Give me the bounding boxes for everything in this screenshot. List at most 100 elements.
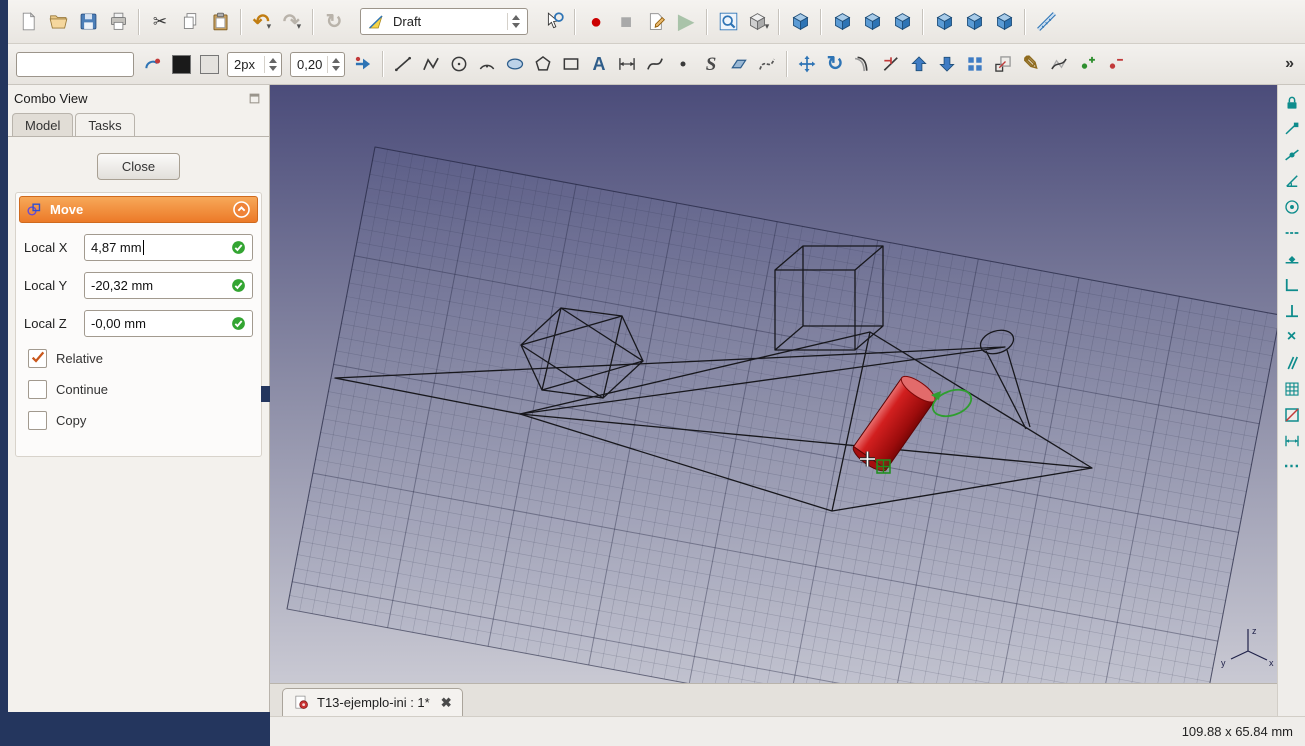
- view-top-button[interactable]: [858, 8, 886, 36]
- local-z-input[interactable]: -0,00 mm: [84, 310, 253, 337]
- task-close-button[interactable]: Close: [96, 153, 181, 180]
- draft-wire-button[interactable]: [418, 51, 444, 77]
- draft-polygon-button[interactable]: [530, 51, 556, 77]
- text-scale-spin-buttons[interactable]: [327, 55, 344, 73]
- text-scale-spinner[interactable]: 0,20: [290, 51, 345, 77]
- view-rear-button[interactable]: [930, 8, 958, 36]
- save-document-button[interactable]: [74, 8, 102, 36]
- snap-parallel-button[interactable]: [1280, 351, 1304, 374]
- draft-add-point-button[interactable]: [1074, 51, 1100, 77]
- snap-intersection-button[interactable]: ×: [1280, 325, 1304, 348]
- autogroup-button[interactable]: [140, 51, 166, 77]
- toolbar-overflow-indicator[interactable]: »: [1280, 55, 1299, 73]
- snap-midpoint-button[interactable]: [1280, 143, 1304, 166]
- command-input[interactable]: [16, 51, 134, 77]
- workbench-selector[interactable]: Draft: [360, 8, 528, 35]
- face-color-button[interactable]: [196, 51, 222, 77]
- snap-workingplane-button[interactable]: [1280, 403, 1304, 426]
- view-left-icon: [994, 11, 1015, 32]
- viewport-3d[interactable]: z x y: [270, 85, 1277, 683]
- tab-tasks[interactable]: Tasks: [75, 113, 135, 137]
- new-document-button[interactable]: [14, 8, 42, 36]
- draft-line-button[interactable]: [390, 51, 416, 77]
- draft-bspline-button[interactable]: [642, 51, 668, 77]
- snap-perpendicular-button[interactable]: [1280, 299, 1304, 322]
- undo-button[interactable]: ↶ ▾: [248, 8, 276, 36]
- panel-splitter-handle[interactable]: [261, 386, 270, 402]
- draw-style-button[interactable]: ▾: [744, 8, 772, 36]
- redo-dropdown-arrow[interactable]: ▾: [297, 21, 302, 36]
- line-width-spin-buttons[interactable]: [264, 55, 281, 73]
- save-document-icon: [78, 11, 99, 32]
- apply-style-button[interactable]: [350, 51, 376, 77]
- workbench-spin-buttons[interactable]: [507, 13, 524, 30]
- move-task-header[interactable]: Move: [19, 196, 258, 223]
- view-right-button[interactable]: [888, 8, 916, 36]
- snap-endpoint-button[interactable]: [1280, 117, 1304, 140]
- draft-ellipse-button[interactable]: [502, 51, 528, 77]
- undo-dropdown-arrow[interactable]: ▾: [267, 21, 272, 36]
- draft-bezier-button[interactable]: [754, 51, 780, 77]
- draft-downgrade-button[interactable]: [934, 51, 960, 77]
- snap-dimensions-button[interactable]: [1280, 429, 1304, 452]
- draft-trimex-button[interactable]: [878, 51, 904, 77]
- draft-upgrade-button[interactable]: [906, 51, 932, 77]
- draft-circle-button[interactable]: [446, 51, 472, 77]
- snap-center-button[interactable]: [1280, 195, 1304, 218]
- copy-button[interactable]: [176, 8, 204, 36]
- snap-extension-button[interactable]: [1280, 221, 1304, 244]
- draft-rectangle-button[interactable]: [558, 51, 584, 77]
- draft-rotate-button[interactable]: ↻: [822, 51, 848, 77]
- draft-dimension-button[interactable]: [614, 51, 640, 77]
- draft-arc-button[interactable]: [474, 51, 500, 77]
- snap-grid-button[interactable]: [1280, 377, 1304, 400]
- close-document-icon[interactable]: ✖: [441, 695, 452, 711]
- draft-move-button[interactable]: [794, 51, 820, 77]
- snap-lock-button[interactable]: [1280, 91, 1304, 114]
- open-document-button[interactable]: [44, 8, 72, 36]
- continue-checkbox[interactable]: [28, 380, 47, 399]
- relative-checkbox[interactable]: [28, 349, 47, 368]
- snap-ortho-button[interactable]: [1280, 273, 1304, 296]
- local-x-input[interactable]: 4,87 mm: [84, 234, 253, 261]
- line-width-spinner[interactable]: 2px: [227, 51, 282, 77]
- draft-shapestring-button[interactable]: S: [698, 51, 724, 77]
- view-front-button[interactable]: [828, 8, 856, 36]
- tab-model[interactable]: Model: [12, 113, 74, 136]
- draft-edit-button[interactable]: ✎: [1018, 51, 1044, 77]
- measure-distance-button[interactable]: [1032, 8, 1060, 36]
- view-bottom-button[interactable]: [960, 8, 988, 36]
- draft-array-button[interactable]: [962, 51, 988, 77]
- snap-special-button[interactable]: ⋯: [1280, 455, 1304, 478]
- cut-button[interactable]: ✂: [146, 8, 174, 36]
- snap-near-button[interactable]: [1280, 247, 1304, 270]
- refresh-button[interactable]: ↻: [320, 8, 348, 36]
- zoom-fit-all-button[interactable]: [714, 8, 742, 36]
- copy-checkbox[interactable]: [28, 411, 47, 430]
- view-isometric-button[interactable]: [786, 8, 814, 36]
- collapse-task-icon[interactable]: [232, 200, 251, 219]
- draft-facebinder-button[interactable]: [726, 51, 752, 77]
- draft-wire-to-bspline-button[interactable]: [1046, 51, 1072, 77]
- panel-float-icon[interactable]: [248, 92, 261, 105]
- redo-button[interactable]: ↷ ▾: [278, 8, 306, 36]
- macro-stop-button[interactable]: ■: [612, 8, 640, 36]
- draw-style-dropdown-arrow[interactable]: ▾: [765, 21, 770, 36]
- line-color-button[interactable]: [168, 51, 194, 77]
- snap-angle-button[interactable]: [1280, 169, 1304, 192]
- draft-point-button[interactable]: [670, 51, 696, 77]
- document-tab[interactable]: T13-ejemplo-ini : 1* ✖: [282, 688, 463, 716]
- draft-scale-button[interactable]: [990, 51, 1016, 77]
- paste-button[interactable]: [206, 8, 234, 36]
- move-task-panel: Move Local X 4,87 mm Local Y -20,32 mm Local…: [15, 192, 262, 457]
- macro-record-button[interactable]: ●: [582, 8, 610, 36]
- view-left-button[interactable]: [990, 8, 1018, 36]
- draft-offset-button[interactable]: [850, 51, 876, 77]
- macro-edit-button[interactable]: [642, 8, 670, 36]
- draft-text-button[interactable]: A: [586, 51, 612, 77]
- print-document-button[interactable]: [104, 8, 132, 36]
- draft-delete-point-button[interactable]: [1102, 51, 1128, 77]
- whats-this-button[interactable]: [540, 8, 568, 36]
- macro-play-button[interactable]: ▶: [672, 8, 700, 36]
- local-y-input[interactable]: -20,32 mm: [84, 272, 253, 299]
